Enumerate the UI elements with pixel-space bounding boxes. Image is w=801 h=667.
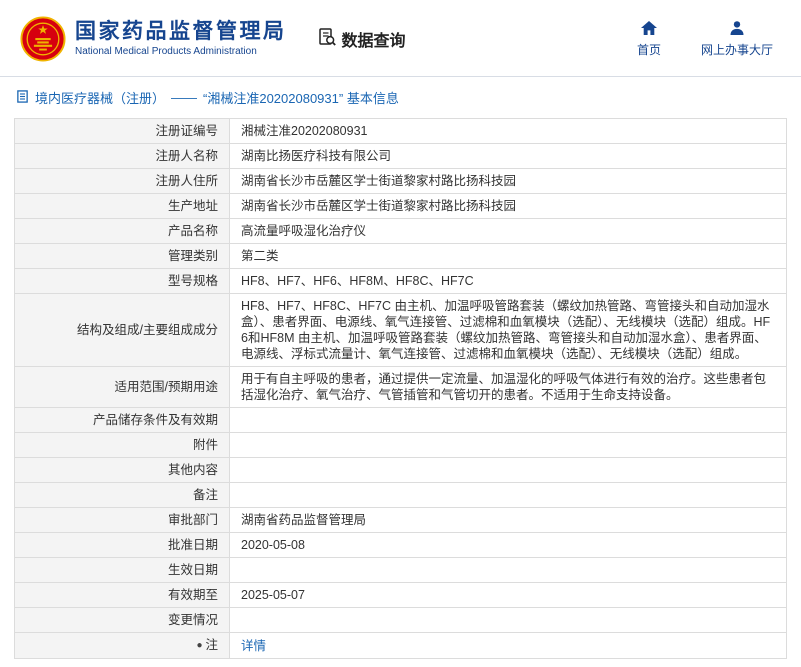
field-value: HF8、HF7、HF6、HF8M、HF8C、HF7C: [229, 268, 787, 294]
field-value: 详情: [229, 632, 787, 659]
field-value: 湘械注准20202080931: [229, 118, 787, 144]
field-label: 批准日期: [14, 532, 230, 558]
table-row: 审批部门 湖南省药品监督管理局: [14, 507, 787, 533]
table-row: 型号规格 HF8、HF7、HF6、HF8M、HF8C、HF7C: [14, 268, 787, 294]
field-label: 备注: [14, 482, 230, 508]
registration-info-table: 注册证编号 湘械注准20202080931 注册人名称 湖南比扬医疗科技有限公司…: [14, 118, 787, 659]
brand-text: 国家药品监督管理局 National Medical Products Admi…: [75, 19, 287, 59]
field-label: 其他内容: [14, 457, 230, 483]
table-row: 有效期至 2025-05-07: [14, 582, 787, 608]
details-link[interactable]: 详情: [241, 639, 266, 653]
nav-service-hall[interactable]: 网上办事大厅: [700, 20, 773, 58]
field-label: 适用范围/预期用途: [14, 366, 230, 408]
info-table-wrapper: 注册证编号 湘械注准20202080931 注册人名称 湖南比扬医疗科技有限公司…: [0, 116, 801, 667]
field-value: 湖南省长沙市岳麓区学士街道黎家村路比扬科技园: [229, 193, 787, 219]
document-icon: [16, 89, 29, 106]
field-value: [229, 457, 787, 483]
field-value: 湖南比扬医疗科技有限公司: [229, 143, 787, 169]
field-value: 湖南省药品监督管理局: [229, 507, 787, 533]
table-row: 备注: [14, 482, 787, 508]
table-row: 产品名称 高流量呼吸湿化治疗仪: [14, 218, 787, 244]
breadcrumb: 境内医疗器械（注册） —— “湘械注准20202080931” 基本信息: [0, 77, 801, 116]
nav-service-hall-label: 网上办事大厅: [700, 42, 773, 57]
field-value: [229, 607, 787, 633]
field-label: 有效期至: [14, 582, 230, 608]
table-row: 产品储存条件及有效期: [14, 407, 787, 433]
table-row: 注册人名称 湖南比扬医疗科技有限公司: [14, 143, 787, 169]
table-row: 附件: [14, 432, 787, 458]
agency-title-en: National Medical Products Administration: [75, 46, 257, 57]
table-row: 适用范围/预期用途 用于有自主呼吸的患者，通过提供一定流量、加温湿化的呼吸气体进…: [14, 366, 787, 408]
field-label: 管理类别: [14, 243, 230, 269]
table-row: 变更情况: [14, 607, 787, 633]
table-row: 管理类别 第二类: [14, 243, 787, 269]
field-value: HF8、HF7、HF8C、HF7C 由主机、加温呼吸管路套装（螺纹加热管路、弯管…: [229, 293, 787, 367]
field-value: 2020-05-08: [229, 532, 787, 558]
field-value: 湖南省长沙市岳麓区学士街道黎家村路比扬科技园: [229, 168, 787, 194]
top-nav: 首页 网上办事大厅: [636, 20, 779, 58]
field-value: 高流量呼吸湿化治疗仪: [229, 218, 787, 244]
page-title: “湘械注准20202080931” 基本信息: [203, 91, 399, 106]
field-label: 产品储存条件及有效期: [14, 407, 230, 433]
table-row: ● 注 详情: [14, 632, 787, 659]
field-label: 变更情况: [14, 607, 230, 633]
field-value: [229, 557, 787, 583]
field-label: 注册人名称: [14, 143, 230, 169]
table-row: 其他内容: [14, 457, 787, 483]
field-label: 注册人住所: [14, 168, 230, 194]
field-label: 结构及组成/主要组成成分: [14, 293, 230, 367]
field-label: 型号规格: [14, 268, 230, 294]
breadcrumb-separator: ——: [171, 90, 198, 105]
brand: 国家药品监督管理局 National Medical Products Admi…: [20, 16, 287, 62]
data-query-section-title: 数据查询: [317, 27, 406, 52]
table-row: 生效日期: [14, 557, 787, 583]
user-icon: [729, 20, 745, 38]
field-value: [229, 407, 787, 433]
note-icon: ●: [196, 640, 203, 651]
table-row: 注册证编号 湘械注准20202080931: [14, 118, 787, 144]
nav-home-label: 首页: [636, 42, 661, 57]
top-header: 国家药品监督管理局 National Medical Products Admi…: [0, 0, 801, 76]
field-value: 用于有自主呼吸的患者，通过提供一定流量、加温湿化的呼吸气体进行有效的治疗。这些患…: [229, 366, 787, 408]
field-label: 附件: [14, 432, 230, 458]
field-label: ● 注: [14, 632, 230, 659]
agency-title-cn: 国家药品监督管理局: [75, 20, 287, 43]
field-value: [229, 482, 787, 508]
table-row: 生产地址 湖南省长沙市岳麓区学士街道黎家村路比扬科技园: [14, 193, 787, 219]
table-row: 批准日期 2020-05-08: [14, 532, 787, 558]
table-row: 注册人住所 湖南省长沙市岳麓区学士街道黎家村路比扬科技园: [14, 168, 787, 194]
field-label: 生产地址: [14, 193, 230, 219]
field-label: 产品名称: [14, 218, 230, 244]
field-value: 第二类: [229, 243, 787, 269]
breadcrumb-category[interactable]: 境内医疗器械（注册）: [35, 88, 165, 107]
field-label: 生效日期: [14, 557, 230, 583]
nav-home[interactable]: 首页: [636, 20, 661, 58]
field-label: 审批部门: [14, 507, 230, 533]
note-label: 注: [205, 638, 218, 652]
field-value: [229, 432, 787, 458]
field-label: 注册证编号: [14, 118, 230, 144]
data-query-icon: [317, 27, 337, 52]
national-emblem-logo: [20, 16, 66, 62]
field-value: 2025-05-07: [229, 582, 787, 608]
home-icon: [640, 20, 657, 38]
page: 国家药品监督管理局 National Medical Products Admi…: [0, 0, 801, 667]
data-query-label: 数据查询: [341, 33, 406, 50]
table-row: 结构及组成/主要组成成分 HF8、HF7、HF8C、HF7C 由主机、加温呼吸管…: [14, 293, 787, 367]
